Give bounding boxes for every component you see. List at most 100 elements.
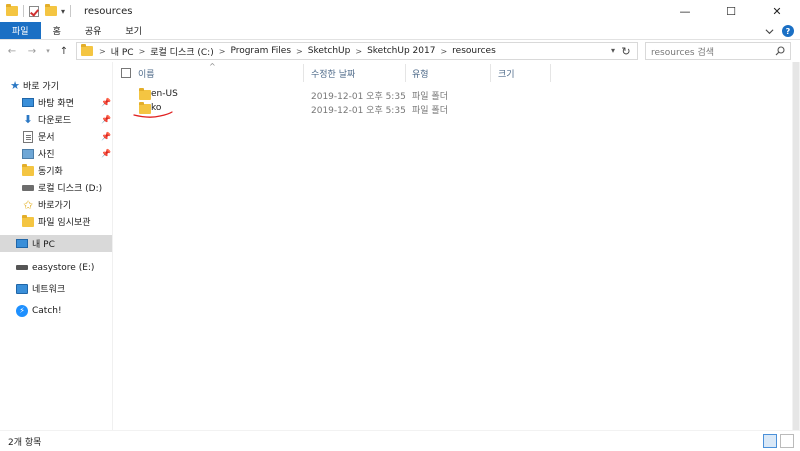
column-header-row: ^ 이름 수정한 날짜 유형 크기 <box>113 62 800 84</box>
folder-icon <box>139 88 151 100</box>
navigation-row: ← → ▾ ↑ > 내 PC > 로컬 디스크 (C:) > Program F… <box>0 40 800 62</box>
quick-access-toolbar: ▾ <box>0 0 76 22</box>
file-date-modified: 2019-12-01 오후 5:35 <box>311 106 406 116</box>
item-count: 2개 항목 <box>8 437 42 448</box>
forward-button[interactable]: → <box>24 43 40 59</box>
file-row-en-us[interactable]: en-US 2019-12-01 오후 5:35 파일 폴더 <box>133 88 473 102</box>
pin-icon[interactable]: 📌 <box>101 98 111 107</box>
pin-icon[interactable]: 📌 <box>101 149 111 158</box>
sidebar-item-label: 내 PC <box>32 240 55 250</box>
address-dropdown-icon[interactable]: ▾ <box>611 46 615 55</box>
chevron-right-icon[interactable]: > <box>355 47 362 56</box>
folder-icon <box>22 163 34 177</box>
folder-icon <box>22 214 34 228</box>
file-type: 파일 폴더 <box>412 92 448 102</box>
column-size[interactable]: 크기 <box>498 67 515 80</box>
sidebar-item-downloads[interactable]: ⬇ 다운로드 📌 <box>0 111 112 128</box>
column-divider[interactable] <box>303 64 304 82</box>
breadcrumb-this-pc[interactable]: 내 PC <box>111 45 134 58</box>
view-toggle <box>763 434 794 448</box>
vertical-scrollbar[interactable] <box>792 62 800 430</box>
details-view-button[interactable] <box>763 434 777 448</box>
sidebar-item-pictures[interactable]: 사진 📌 <box>0 145 112 162</box>
properties-icon[interactable] <box>29 5 39 17</box>
sidebar-item-label: easystore (E:) <box>32 262 95 273</box>
sidebar-item-label: 네트워크 <box>32 285 66 295</box>
address-bar[interactable]: > 내 PC > 로컬 디스크 (C:) > Program Files > S… <box>76 42 638 60</box>
sidebar-item-label: 바탕 화면 <box>38 99 74 109</box>
folder-icon[interactable] <box>6 4 18 16</box>
catch-icon: ⚡ <box>16 304 28 317</box>
chevron-down-icon[interactable] <box>765 27 774 36</box>
column-divider[interactable] <box>490 64 491 82</box>
chevron-right-icon[interactable]: > <box>296 47 303 56</box>
customize-dropdown-icon[interactable]: ▾ <box>61 7 65 16</box>
search-icon <box>775 46 785 56</box>
scrollbar-thumb[interactable] <box>793 62 799 430</box>
file-row-ko[interactable]: ko 2019-12-01 오후 5:35 파일 폴더 <box>133 102 473 116</box>
column-date-modified[interactable]: 수정한 날짜 <box>311 67 355 80</box>
back-button[interactable]: ← <box>4 43 20 59</box>
large-icons-view-button[interactable] <box>780 434 794 448</box>
favorites-icon: ✩ <box>22 197 34 212</box>
breadcrumb-program-files[interactable]: Program Files <box>230 46 291 56</box>
sidebar-item-label: 바로 가기 <box>23 82 59 92</box>
up-button[interactable]: ↑ <box>56 43 72 59</box>
new-folder-icon[interactable] <box>45 4 57 16</box>
breadcrumb-resources[interactable]: resources <box>452 46 496 56</box>
window-controls: — ☐ ✕ <box>662 0 800 22</box>
tab-home[interactable]: 홈 <box>41 22 73 39</box>
divider <box>70 5 72 17</box>
search-input[interactable]: resources 검색 <box>645 42 791 60</box>
sidebar-item-catch[interactable]: ⚡ Catch! <box>0 302 112 319</box>
column-name[interactable]: 이름 <box>138 67 155 80</box>
refresh-icon[interactable]: ↻ <box>619 44 633 58</box>
sidebar-item-documents[interactable]: 문서 📌 <box>0 128 112 145</box>
pin-icon[interactable]: 📌 <box>101 115 111 124</box>
sidebar-item-network[interactable]: 네트워크 <box>0 280 112 297</box>
ribbon-right-controls: ? <box>765 24 794 38</box>
sidebar-item-sync[interactable]: 동기화 <box>0 162 112 179</box>
chevron-right-icon[interactable]: > <box>99 47 106 56</box>
recent-locations-icon[interactable]: ▾ <box>44 43 52 59</box>
column-divider[interactable] <box>405 64 406 82</box>
tab-share[interactable]: 공유 <box>73 22 114 39</box>
sidebar-item-this-pc[interactable]: 내 PC <box>0 235 112 252</box>
download-icon: ⬇ <box>23 113 33 126</box>
breadcrumb-local-disk[interactable]: 로컬 디스크 (C:) <box>150 45 213 58</box>
desktop-icon <box>22 97 34 109</box>
usb-drive-icon <box>16 262 28 274</box>
breadcrumb-sketchup[interactable]: SketchUp <box>308 46 351 56</box>
sidebar-item-desktop[interactable]: 바탕 화면 📌 <box>0 94 112 111</box>
select-all-checkbox[interactable] <box>121 68 131 78</box>
title-bar: ▾ resources — ☐ ✕ <box>0 0 800 22</box>
close-button[interactable]: ✕ <box>754 0 800 22</box>
ribbon-tabs: 파일 홈 공유 보기 ? <box>0 22 800 40</box>
maximize-button[interactable]: ☐ <box>708 0 754 22</box>
file-type: 파일 폴더 <box>412 106 448 116</box>
pin-icon[interactable]: 📌 <box>101 132 111 141</box>
breadcrumb-sketchup-2017[interactable]: SketchUp 2017 <box>367 46 435 56</box>
sidebar-item-easystore[interactable]: easystore (E:) <box>0 259 112 276</box>
sidebar-item-quick-access[interactable]: ★ 바로 가기 <box>0 77 112 94</box>
navigation-pane: ★ 바로 가기 바탕 화면 📌 ⬇ 다운로드 📌 문서 📌 사진 📌 동기화 로… <box>0 62 112 430</box>
column-type[interactable]: 유형 <box>412 67 429 80</box>
sidebar-item-label: 파일 임시보관 <box>38 218 91 228</box>
chevron-right-icon[interactable]: > <box>219 47 226 56</box>
file-list: ^ 이름 수정한 날짜 유형 크기 en-US 2019-12-01 오후 5:… <box>113 62 800 430</box>
help-icon[interactable]: ? <box>782 25 794 37</box>
tab-file[interactable]: 파일 <box>0 22 41 39</box>
sidebar-item-file-archive[interactable]: 파일 임시보관 <box>0 213 112 230</box>
search-placeholder: resources 검색 <box>651 47 715 58</box>
minimize-button[interactable]: — <box>662 0 708 22</box>
status-bar: 2개 항목 <box>0 430 800 451</box>
chevron-right-icon[interactable]: > <box>440 47 447 56</box>
folder-icon <box>81 44 93 56</box>
sidebar-item-local-disk-d[interactable]: 로컬 디스크 (D:) <box>0 179 112 196</box>
tab-view[interactable]: 보기 <box>113 22 154 39</box>
divider <box>23 5 24 17</box>
column-divider[interactable] <box>550 64 551 82</box>
window-title: resources <box>84 5 133 17</box>
chevron-right-icon[interactable]: > <box>139 47 146 56</box>
sidebar-item-shortcuts[interactable]: ✩ 바로가기 <box>0 196 112 213</box>
